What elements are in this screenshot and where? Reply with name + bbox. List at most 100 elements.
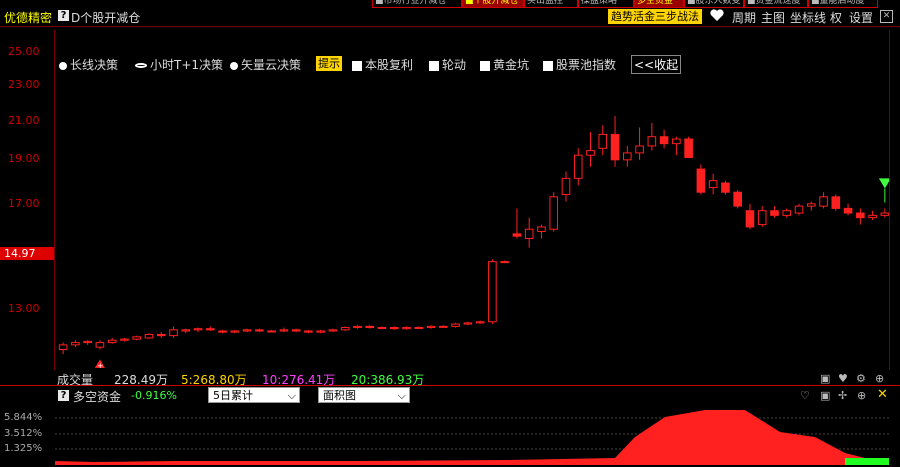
panel-pin-icon[interactable]: ✢: [838, 389, 847, 402]
candle: [328, 328, 338, 333]
checkbox-label: 轮动: [442, 58, 467, 72]
candle-body: [770, 210, 779, 216]
menu-axis-line[interactable]: 坐标线: [790, 9, 826, 26]
help-icon[interactable]: ?: [58, 10, 69, 21]
radio-selected-icon: [135, 63, 147, 68]
check-golden-pit[interactable]: 黄金坑: [480, 56, 529, 73]
candle: [684, 136, 693, 159]
chevron-down-icon: ⌵: [287, 389, 296, 402]
candle: [353, 325, 362, 329]
chart-type-select[interactable]: 面积图 ⌵: [318, 387, 410, 403]
candle-body: [291, 329, 301, 332]
candle: [279, 327, 289, 333]
candle: [267, 329, 276, 333]
radio-icon: [59, 61, 67, 70]
candle-body: [635, 145, 644, 154]
tab-5[interactable]: ■股东人数变: [684, 0, 744, 8]
check-compound[interactable]: 本股复利: [352, 56, 413, 73]
radio-long-term[interactable]: 长线决策: [59, 56, 118, 73]
candle: [696, 164, 706, 195]
tab-2[interactable]: 买出监控: [524, 0, 578, 8]
candle-body: [340, 327, 350, 331]
candle: [610, 115, 620, 167]
candle-body: [696, 168, 706, 193]
check-pool-index[interactable]: 股票池指数: [543, 56, 616, 73]
candle: [708, 173, 718, 195]
candle: [721, 180, 730, 195]
panel-settings-icon[interactable]: ▣: [820, 372, 830, 385]
tab-7[interactable]: ■量能启动度: [808, 0, 878, 8]
tab-3[interactable]: 操盘策略: [578, 0, 634, 8]
panel-heart-icon[interactable]: ♡: [800, 389, 810, 402]
candle-body: [156, 333, 166, 337]
period-select[interactable]: 5日累计 ⌵: [208, 387, 300, 403]
panel-settings-icon[interactable]: ▣: [820, 389, 830, 402]
candle: [340, 326, 350, 331]
candle-body: [573, 154, 583, 179]
candle: [463, 321, 473, 326]
tab-4[interactable]: 多空资金: [634, 0, 684, 8]
candle-body: [721, 182, 730, 193]
candle: [598, 125, 608, 156]
panel-divider: [0, 385, 900, 386]
candle-body: [365, 325, 375, 329]
candle: [107, 337, 117, 344]
candle: [156, 332, 166, 338]
svg-text:+: +: [97, 361, 104, 368]
candle-body: [856, 212, 865, 219]
candle: [377, 326, 387, 330]
dkzj-level: 1.325%: [4, 443, 43, 454]
checkbox-icon: [543, 60, 553, 71]
dkzj-label: 多空资金: [73, 390, 122, 404]
tip-button[interactable]: 提示: [316, 56, 342, 71]
header-divider: [0, 26, 900, 27]
favorite-heart-icon[interactable]: [710, 9, 724, 25]
menu-rights[interactable]: 权: [830, 9, 842, 26]
candle-body: [279, 329, 289, 332]
candle-body: [377, 327, 387, 330]
candle-body: [255, 329, 264, 332]
radio-label: 长线决策: [70, 58, 119, 72]
close-icon[interactable]: ✕: [880, 10, 893, 23]
panel-chart-icon[interactable]: ⚙: [856, 372, 866, 385]
panel-heart-icon[interactable]: ♥: [838, 372, 848, 385]
candle-body: [144, 333, 154, 339]
menu-period[interactable]: 周期: [732, 9, 756, 26]
close-panel-icon[interactable]: ✕: [877, 387, 888, 402]
tab-1[interactable]: ■个股开减仓: [462, 0, 524, 8]
help-icon[interactable]: ?: [58, 390, 69, 401]
top-tab-strip: ■市场行业开减仓 ■个股开减仓 买出监控 操盘策略 多空资金 ■股东人数变 ■资金流速度 ■量…: [372, 0, 900, 8]
candle: [647, 122, 657, 151]
candle-body: [537, 226, 546, 233]
zoom-icon[interactable]: ⊕: [875, 372, 884, 385]
candle: [819, 192, 828, 209]
candle: [206, 326, 215, 331]
radio-vector-cloud[interactable]: 矢量云决策: [230, 56, 301, 73]
candle-body: [586, 150, 595, 156]
y-tick: 21.00: [8, 114, 40, 127]
candle: [389, 326, 399, 330]
dkzj-level: 5.844%: [4, 412, 43, 423]
checkbox-label: 股票池指数: [556, 58, 617, 72]
candle-body: [757, 210, 767, 226]
menu-main-chart[interactable]: 主图: [761, 9, 785, 26]
trend-strategy-button[interactable]: 趋势活金三步战法: [608, 9, 702, 24]
zoom-icon[interactable]: ⊕: [857, 389, 866, 402]
tab-0[interactable]: ■市场行业开减仓: [372, 0, 462, 8]
candle-body: [181, 329, 191, 332]
menu-settings[interactable]: 设置: [849, 9, 873, 26]
collapse-button[interactable]: <<收起: [631, 55, 682, 74]
candle: [549, 192, 559, 232]
candle: [745, 203, 755, 230]
candle: [794, 203, 804, 216]
candle-body: [549, 196, 559, 230]
radio-hour-t1[interactable]: 小时T+1决策: [135, 56, 223, 73]
candle-body: [659, 136, 669, 145]
tab-6[interactable]: ■资金流速度: [744, 0, 808, 8]
candle: [58, 342, 68, 355]
checkbox-icon: [429, 60, 439, 71]
candle: [770, 206, 779, 218]
check-rotation[interactable]: 轮动: [429, 56, 466, 73]
candle-body: [745, 210, 755, 228]
candle-body: [684, 138, 693, 159]
